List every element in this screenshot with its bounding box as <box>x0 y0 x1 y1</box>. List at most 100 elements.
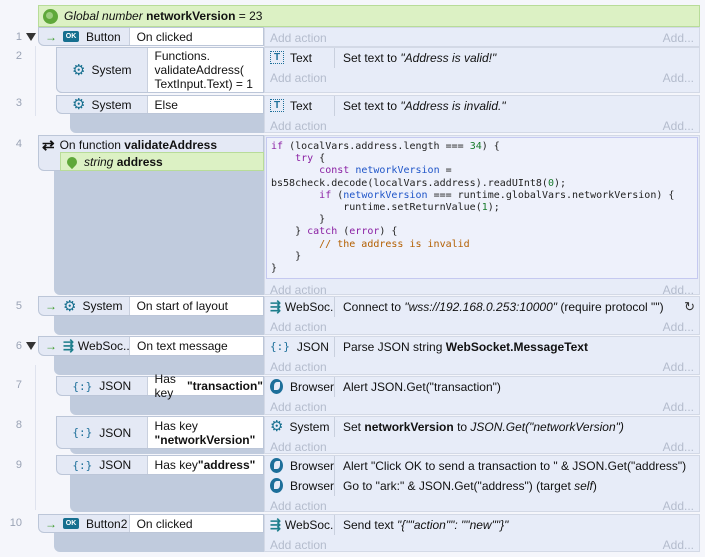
condition-text: On clicked <box>129 515 263 532</box>
action-row[interactable]: Browser Alert JSON.Get("transaction") <box>265 376 699 397</box>
indent-guide <box>35 46 36 116</box>
code-line: bs58check.decode(localVars.address).read… <box>271 177 567 189</box>
add-more-button[interactable]: Add... <box>663 400 694 414</box>
condition-object: Button <box>86 29 121 44</box>
add-action-row[interactable]: Add action Add... <box>265 437 699 456</box>
line-number: 4 <box>15 138 22 150</box>
event-3-condition[interactable]: ⚙ System Else <box>56 95 264 114</box>
trigger-arrow-icon: → <box>45 516 57 531</box>
add-more-button[interactable]: Add... <box>663 499 694 513</box>
action-text: Set <box>343 419 365 434</box>
condition-object: System <box>91 97 132 112</box>
add-more-button[interactable]: Add... <box>663 119 694 133</box>
trigger-arrow-icon: → <box>45 29 57 44</box>
code-line: runtime.setReturnValue(1); <box>271 202 500 214</box>
collapse-toggle-icon[interactable] <box>26 342 36 350</box>
function-loop-icon: ⇄ <box>42 136 55 154</box>
action-text-italic: self <box>574 478 593 493</box>
event-6-condition[interactable]: → ⇶ WebSoc... On text message <box>38 336 264 356</box>
condition-text: Has key <box>154 458 198 472</box>
add-more-button[interactable]: Add... <box>663 360 694 374</box>
line-number: 8 <box>15 419 22 431</box>
add-more-button[interactable]: Add... <box>663 71 694 85</box>
add-more-button[interactable]: Add... <box>663 31 694 45</box>
code-line: } catch (error) { <box>271 226 398 238</box>
action-text-italic: "{""action"": ""new""}" <box>397 517 509 532</box>
add-more-button[interactable]: Add... <box>663 320 694 334</box>
action-text-post: (require protocol "") <box>557 299 664 314</box>
add-action-row[interactable]: Add action Add... <box>265 357 699 376</box>
add-action-button[interactable]: Add action <box>270 119 327 133</box>
action-row[interactable]: ⇶ WebSoc... Connect to "wss://192.168.0.2… <box>265 296 699 317</box>
line-number: 3 <box>15 97 22 109</box>
condition-text: Has key <box>154 372 176 400</box>
add-more-button[interactable]: Add... <box>663 440 694 454</box>
add-action-button[interactable]: Add action <box>270 320 327 334</box>
websocket-icon: ⇶ <box>270 298 281 314</box>
event-2-condition[interactable]: ⚙ System Functions. validateAddress( Text… <box>56 47 264 93</box>
add-action-row[interactable]: Add action Add... <box>265 68 699 87</box>
collapse-toggle-icon[interactable] <box>26 33 36 41</box>
add-action-button[interactable]: Add action <box>270 31 327 45</box>
trigger-arrow-icon: → <box>45 339 57 353</box>
action-row[interactable]: {:} JSON Parse JSON string WebSocket.Mess… <box>265 336 699 357</box>
action-object: Browser <box>289 458 334 473</box>
event-8-condition[interactable]: {:} JSON Has key "networkVersion" <box>56 416 264 449</box>
condition-text: On start of layout <box>129 297 263 315</box>
event-10-actions: ⇶ WebSoc... Send text "{""action"": ""new… <box>264 514 700 552</box>
event-7-condition[interactable]: {:} JSON Has key "transaction" <box>56 372 264 400</box>
condition-text: Functions. validateAddress( TextInput.Te… <box>147 48 263 92</box>
action-row[interactable]: Browser Go to "ark:" & JSON.Get("address… <box>265 475 699 496</box>
param-name: address <box>116 154 163 169</box>
add-action-row[interactable]: Add action Add... <box>265 397 699 416</box>
add-action-row[interactable]: Add action Add... <box>265 317 699 336</box>
gear-icon: ⚙ <box>270 418 284 435</box>
text-object-icon: T <box>270 51 284 64</box>
code-line: if (localVars.address.length === 34) { <box>271 141 500 152</box>
add-action-button[interactable]: Add action <box>270 499 327 513</box>
action-text-bold: WebSocket.MessageText <box>445 339 588 354</box>
add-action-button[interactable]: Add action <box>270 538 327 552</box>
add-action-button[interactable]: Add action <box>270 283 327 297</box>
condition-object: JSON <box>99 425 132 440</box>
action-row[interactable]: T Text Set text to "Address is valid!" <box>265 47 699 68</box>
action-text-italic: "Address is invalid." <box>400 98 506 113</box>
global-variable-row[interactable]: Global number networkVersion = 23 <box>38 5 700 27</box>
action-object: Text <box>290 98 313 113</box>
action-row[interactable]: Browser Alert "Click OK to send a transa… <box>265 455 699 476</box>
action-row[interactable]: T Text Set text to "Address is invalid." <box>265 95 699 116</box>
event-3-actions: T Text Set text to "Address is invalid." … <box>264 95 700 133</box>
add-more-button[interactable]: Add... <box>663 283 694 297</box>
gear-icon: ⚙ <box>72 96 86 113</box>
script-action-code[interactable]: if (localVars.address.length === 34) { t… <box>266 137 698 280</box>
action-object: Browser <box>289 478 334 493</box>
gear-icon: ⚙ <box>63 297 77 315</box>
add-more-button[interactable]: Add... <box>663 538 694 552</box>
add-action-button[interactable]: Add action <box>270 440 327 454</box>
event-1-condition[interactable]: → OK Button On clicked <box>38 27 264 46</box>
add-action-row[interactable]: Add action Add... <box>265 116 699 135</box>
event-5-actions: ⇶ WebSoc... Connect to "wss://192.168.0.2… <box>264 296 700 335</box>
event-9-condition[interactable]: {:} JSON Has key "address" <box>56 455 264 475</box>
add-action-button[interactable]: Add action <box>270 71 327 85</box>
action-object: Browser <box>289 379 334 394</box>
action-row[interactable]: ⚙ System Set networkVersion to JSON.Get("… <box>265 416 699 437</box>
function-name: validateAddress <box>124 137 218 152</box>
add-action-row[interactable]: Add action Add... <box>265 496 699 515</box>
add-action-row[interactable]: Add action Add... <box>265 28 699 47</box>
action-row[interactable]: ⇶ WebSoc... Send text "{""action"": ""new… <box>265 514 699 535</box>
line-number: 1 <box>15 31 22 43</box>
condition-object: Button2 <box>86 516 128 531</box>
wait-clock-icon: ↻ <box>684 298 695 314</box>
condition-text: On text message <box>130 337 263 355</box>
line-number: 10 <box>9 517 22 529</box>
event-10-condition[interactable]: → OK Button2 On clicked <box>38 514 264 533</box>
add-action-button[interactable]: Add action <box>270 400 327 414</box>
add-action-button[interactable]: Add action <box>270 360 327 374</box>
add-action-row[interactable]: Add action Add... <box>265 535 699 554</box>
function-parameter[interactable]: string address <box>60 152 264 171</box>
line-number: 7 <box>15 379 22 391</box>
code-line: // the address is invalid <box>271 238 470 250</box>
event-7-actions: Browser Alert JSON.Get("transaction") Ad… <box>264 376 700 415</box>
event-5-condition[interactable]: → ⚙ System On start of layout <box>38 296 264 316</box>
